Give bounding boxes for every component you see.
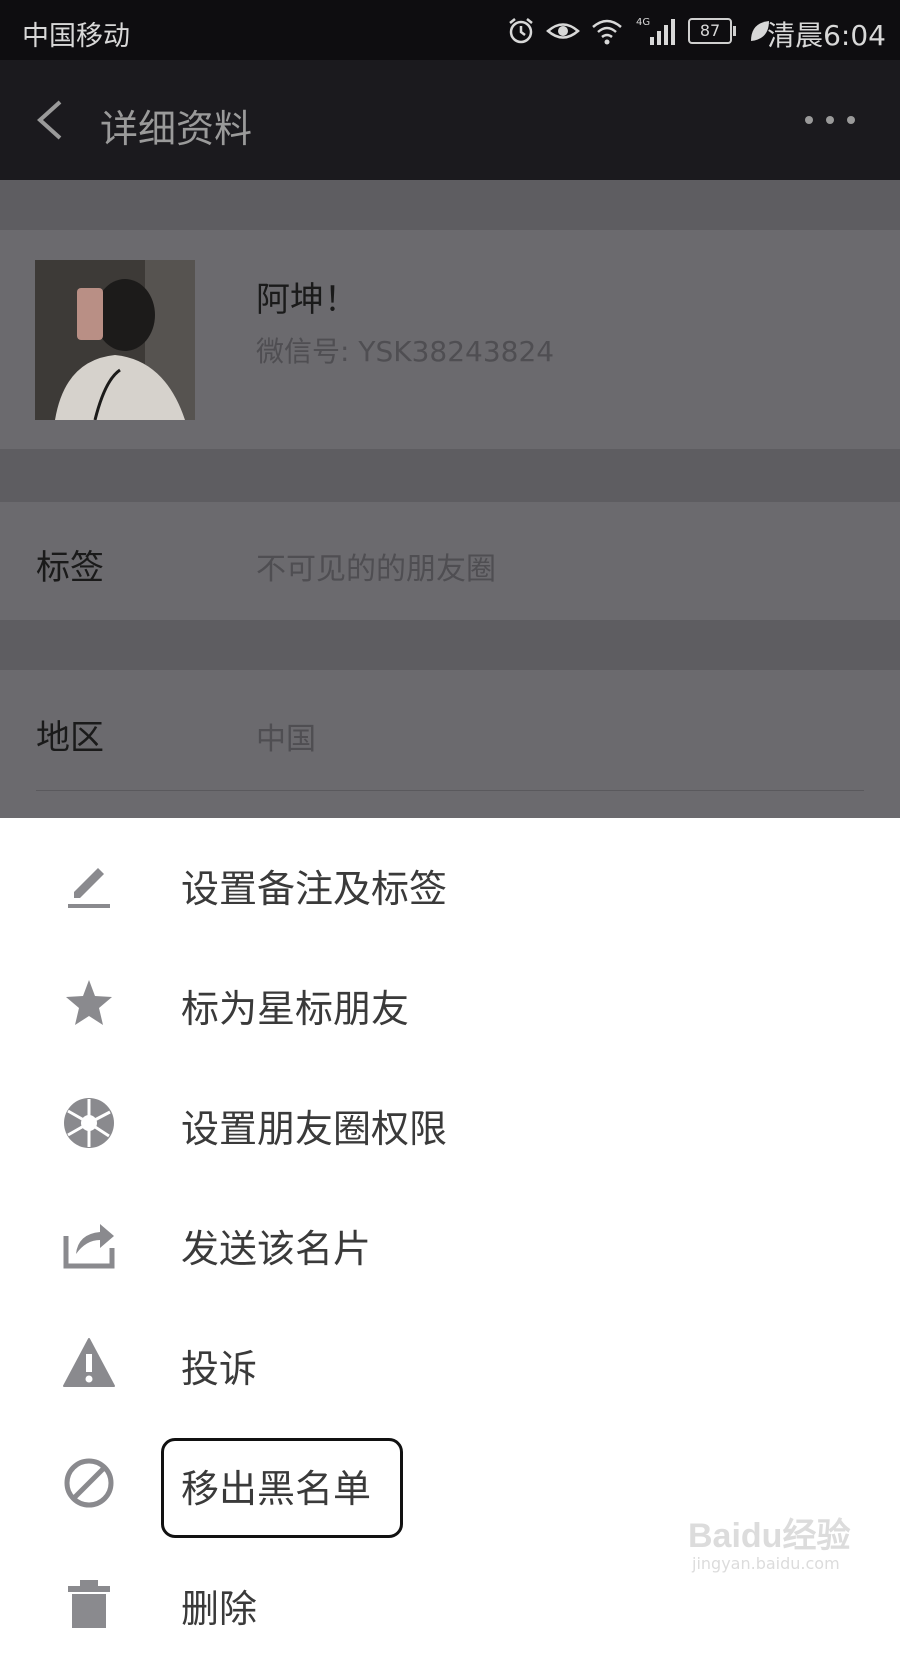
row-divider (36, 790, 864, 791)
tags-label: 标签 (36, 548, 104, 588)
wechat-id: 微信号: YSK38243824 (256, 335, 555, 368)
nickname: 阿坤！ (256, 280, 358, 320)
menu-label: 标为星标朋友 (181, 987, 410, 1031)
watermark-url: jingyan.baidu.com (692, 1554, 840, 1573)
carrier-name: 中国移动 (22, 21, 130, 52)
warning-icon (63, 1338, 115, 1387)
more-dots-icon (805, 116, 855, 124)
battery-indicator: 87 (688, 18, 736, 44)
title-bar: 详细资料 (0, 60, 900, 180)
watermark-logo: Baidu经验 (688, 1517, 851, 1555)
more-button[interactable] (795, 100, 865, 140)
status-bar: 中国移动 4G 87 清晨6:04 (0, 0, 900, 60)
highlight-annotation (161, 1438, 403, 1538)
menu-label: 删除 (181, 1587, 258, 1631)
menu-item-send-card[interactable]: 发送该名片 (0, 1182, 900, 1302)
wifi-icon (592, 19, 622, 45)
menu-label: 设置朋友圈权限 (181, 1107, 448, 1151)
chevron-left-icon (37, 100, 62, 140)
menu-label: 发送该名片 (181, 1227, 372, 1271)
status-icons: 4G 87 (506, 12, 772, 50)
menu-item-star-friend[interactable]: 标为星标朋友 (0, 942, 900, 1062)
back-button[interactable] (24, 90, 84, 150)
star-icon (66, 980, 112, 1025)
alarm-icon (509, 18, 533, 44)
menu-label: 投诉 (181, 1347, 258, 1391)
menu-item-set-remark[interactable]: 设置备注及标签 (0, 822, 900, 942)
avatar[interactable] (35, 260, 195, 420)
menu-item-report[interactable]: 投诉 (0, 1302, 900, 1422)
page-title: 详细资料 (100, 107, 253, 151)
menu-item-moments-permission[interactable]: 设置朋友圈权限 (0, 1062, 900, 1182)
pencil-icon (68, 868, 110, 908)
tags-value: 不可见的的朋友圈 (256, 552, 496, 587)
network-type: 4G (636, 17, 650, 28)
region-row[interactable] (0, 670, 900, 818)
clock: 清晨6:04 (767, 19, 886, 52)
aperture-icon (64, 1098, 114, 1148)
share-icon (63, 1224, 115, 1269)
region-value: 中国 (256, 722, 316, 757)
block-icon (64, 1458, 114, 1508)
eye-icon (546, 23, 580, 39)
region-label: 地区 (36, 718, 104, 758)
trash-icon (68, 1580, 110, 1628)
menu-label: 设置备注及标签 (181, 867, 448, 911)
signal-icon: 4G (636, 17, 675, 45)
avatar-photo (35, 260, 195, 420)
